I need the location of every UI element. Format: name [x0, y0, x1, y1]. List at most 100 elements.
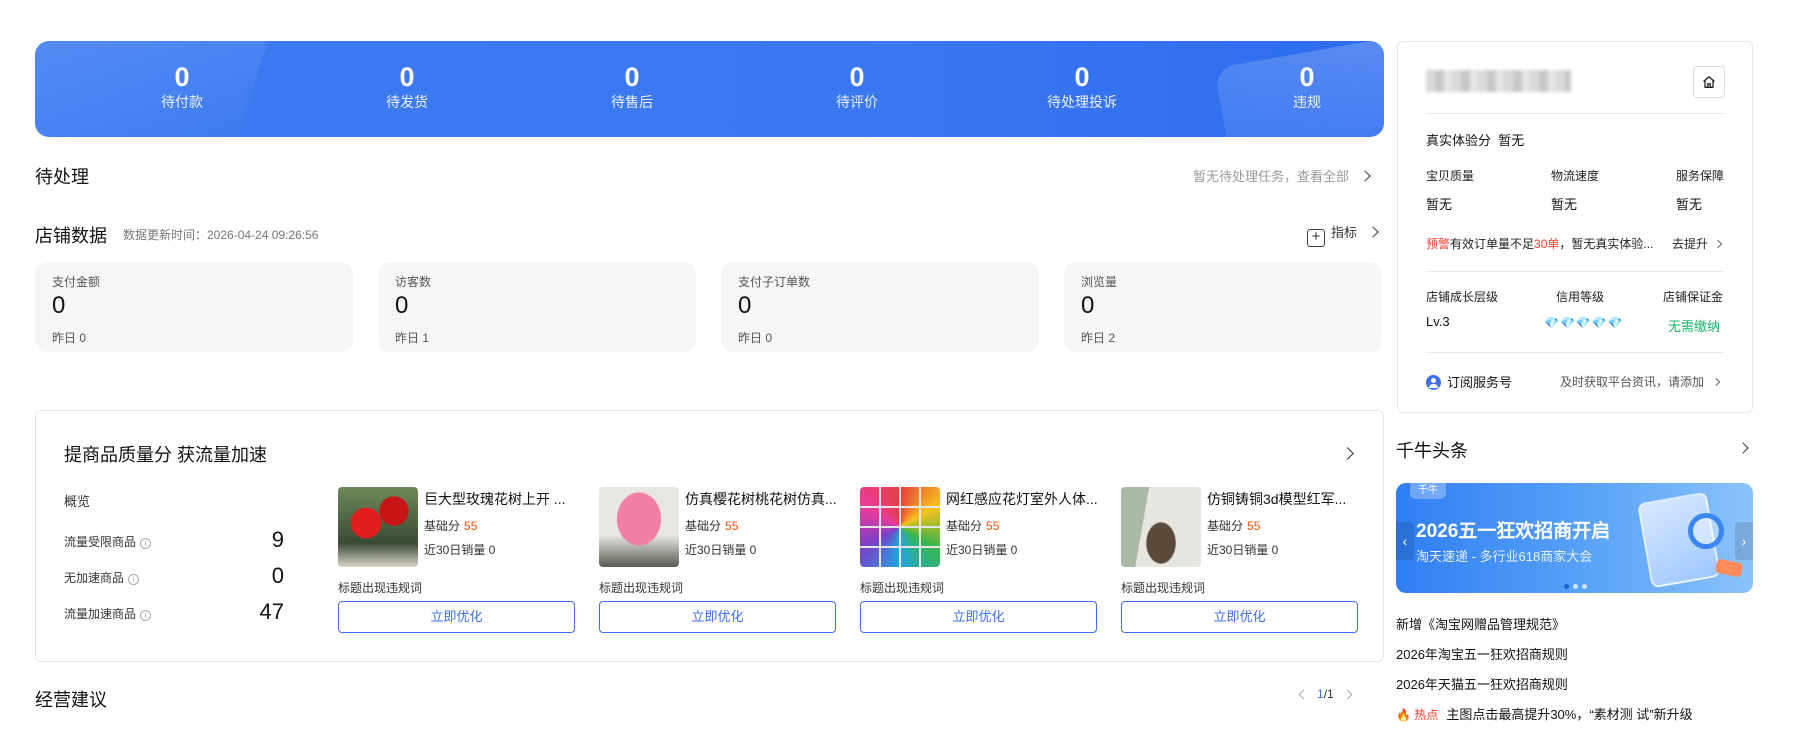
- overview-row-boosted: 流量加速商品 i 47: [64, 599, 284, 625]
- subscribe-service[interactable]: 订阅服务号: [1426, 372, 1512, 391]
- metrics-button[interactable]: + 指标: [1307, 222, 1379, 247]
- improve-label: 去提升: [1672, 237, 1709, 251]
- prev-page-icon[interactable]: [1298, 689, 1309, 700]
- warning-text: 有效订单量不足: [1450, 237, 1535, 251]
- stat-value: 0: [624, 62, 640, 92]
- advice-title: 经营建议: [35, 690, 107, 710]
- next-page-icon[interactable]: [1342, 689, 1353, 700]
- info-icon[interactable]: i: [140, 538, 152, 549]
- sub-score-label: 服务保障: [1676, 169, 1725, 183]
- score-label: 基础分: [1207, 519, 1244, 533]
- stat-pending-shipment[interactable]: 0 待发货: [332, 41, 482, 137]
- optimize-button[interactable]: 立即优化: [338, 601, 575, 633]
- news-banner[interactable]: 千牛 2026五一狂欢招商开启 淘天速递 - 多行业618商家大会 ‹ ›: [1396, 483, 1753, 593]
- product-image[interactable]: [599, 487, 679, 567]
- info-icon[interactable]: i: [140, 610, 152, 621]
- stat-pending-complaints[interactable]: 0 待处理投诉: [1007, 41, 1157, 137]
- subscribe-link[interactable]: 及时获取平台资讯，请添加: [1560, 373, 1721, 390]
- overview-label: 无加速商品: [64, 571, 125, 585]
- subscribe-label: 订阅服务号: [1447, 375, 1513, 390]
- stat-value: 0: [399, 62, 415, 92]
- product-warning: 标题出现违规词: [860, 581, 945, 595]
- stat-pending-aftersale[interactable]: 0 待售后: [557, 41, 707, 137]
- product-warning: 标题出现违规词: [1121, 581, 1206, 595]
- view-all-pending-link[interactable]: 暂无待处理任务，查看全部: [1193, 166, 1371, 185]
- carousel-dots[interactable]: [1564, 576, 1591, 593]
- stat-label: 待处理投诉: [1047, 94, 1117, 110]
- product-score: 基础分 55: [685, 517, 738, 534]
- product-warning: 标题出现违规词: [599, 581, 684, 595]
- stat-label: 待发货: [386, 94, 428, 110]
- chevron-right-icon: [1713, 239, 1723, 249]
- metric-label: 访客数: [395, 275, 432, 289]
- overview-value: 47: [259, 599, 284, 624]
- score-label: 基础分: [685, 519, 722, 533]
- metric-card-orders[interactable]: 支付子订单数 0 昨日 0: [721, 262, 1039, 352]
- news-item-hot[interactable]: 🔥 热点 主图点击最高提升30%，“素材测 试”新升级: [1396, 704, 1693, 723]
- product-item: 巨大型玫瑰花树上开 ... 基础分 55 近30日销量 0 标题出现违规词 立即优…: [338, 487, 576, 633]
- product-name[interactable]: 仿真樱花树桃花树仿真...: [685, 489, 837, 509]
- stat-pending-payment[interactable]: 0 待付款: [107, 41, 257, 137]
- optimize-button[interactable]: 立即优化: [1121, 601, 1358, 633]
- metric-card-payment[interactable]: 支付金额 0 昨日 0: [35, 262, 353, 352]
- order-status-banner: 0 待付款 0 待发货 0 待售后 0 待评价 0 待处理投诉 0 违规: [35, 41, 1384, 137]
- info-icon[interactable]: i: [128, 574, 140, 585]
- product-image[interactable]: [860, 487, 940, 567]
- score-label: 基础分: [424, 519, 461, 533]
- score-label: 基础分: [946, 519, 983, 533]
- home-icon: [1703, 76, 1715, 88]
- carousel-prev-icon[interactable]: ‹: [1396, 522, 1414, 560]
- deposit-value[interactable]: 无需缴纳: [1668, 316, 1720, 335]
- divider: [1426, 113, 1724, 114]
- plus-square-icon: +: [1307, 229, 1325, 247]
- product-name[interactable]: 仿铜铸铜3d模型红军...: [1207, 489, 1359, 509]
- product-warning: 标题出现违规词: [338, 581, 423, 595]
- divider: [1426, 352, 1724, 353]
- product-name[interactable]: 网红感应花灯室外人体...: [946, 489, 1098, 509]
- subscribe-link-label: 及时获取平台资讯，请添加: [1560, 375, 1705, 389]
- product-image[interactable]: [1121, 487, 1201, 567]
- pending-title: 待处理: [35, 167, 89, 187]
- optimize-button[interactable]: 立即优化: [599, 601, 836, 633]
- sub-score-label: 物流速度: [1551, 169, 1600, 183]
- chevron-right-icon: [1366, 226, 1379, 238]
- store-data-title: 店铺数据: [35, 226, 107, 246]
- sub-score-value: 暂无: [1551, 197, 1578, 212]
- warning-tag: 预警: [1426, 237, 1451, 251]
- credit-label: 信用等级: [1556, 290, 1605, 304]
- carousel-next-icon[interactable]: ›: [1735, 522, 1753, 560]
- sub-score-value: 暂无: [1676, 197, 1703, 212]
- stat-label: 违规: [1293, 94, 1321, 110]
- stat-value: 0: [849, 62, 865, 92]
- metrics-label: 指标: [1331, 225, 1358, 240]
- stat-value: 0: [1299, 62, 1315, 92]
- experience-score: 真实体验分 暂无: [1426, 130, 1524, 149]
- stat-label: 待评价: [836, 94, 878, 110]
- product-image[interactable]: [338, 487, 418, 567]
- user-circle-icon: [1426, 375, 1441, 390]
- overview-label: 流量加速商品: [64, 607, 137, 621]
- metric-label: 浏览量: [1081, 275, 1118, 289]
- page-current: 1: [1317, 687, 1324, 701]
- optimize-button[interactable]: 立即优化: [860, 601, 1097, 633]
- score-value: 55: [464, 519, 478, 533]
- stat-pending-review[interactable]: 0 待评价: [782, 41, 932, 137]
- news-item[interactable]: 新增《淘宝网赠品管理规范》: [1396, 614, 1565, 633]
- experience-warning: 预警有效订单量不足30单，暂无真实体验...: [1426, 235, 1653, 252]
- news-item[interactable]: 2026年天猫五一狂欢招商规则: [1396, 674, 1568, 693]
- chevron-right-icon[interactable]: [1341, 447, 1354, 460]
- growth-value[interactable]: Lv.3: [1426, 314, 1450, 329]
- stat-violations[interactable]: 0 违规: [1232, 41, 1382, 137]
- product-name[interactable]: 巨大型玫瑰花树上开 ...: [424, 489, 576, 509]
- store-home-button[interactable]: [1693, 66, 1725, 98]
- chevron-right-icon: [1711, 377, 1721, 387]
- chevron-right-icon[interactable]: [1737, 442, 1749, 454]
- advice-pager: 1/1: [1298, 687, 1353, 701]
- news-item[interactable]: 2026年淘宝五一狂欢招商规则: [1396, 644, 1568, 663]
- improve-link[interactable]: 去提升: [1672, 235, 1723, 252]
- metric-card-pageviews[interactable]: 浏览量 0 昨日 2: [1064, 262, 1382, 352]
- metric-card-visitors[interactable]: 访客数 0 昨日 1: [378, 262, 696, 352]
- product-sales: 近30日销量 0: [946, 543, 1018, 557]
- store-info-panel: 真实体验分 暂无 宝贝质量 物流速度 服务保障 暂无 暂无 暂无 预警有效订单量…: [1397, 41, 1753, 413]
- metric-value: 0: [1081, 292, 1095, 319]
